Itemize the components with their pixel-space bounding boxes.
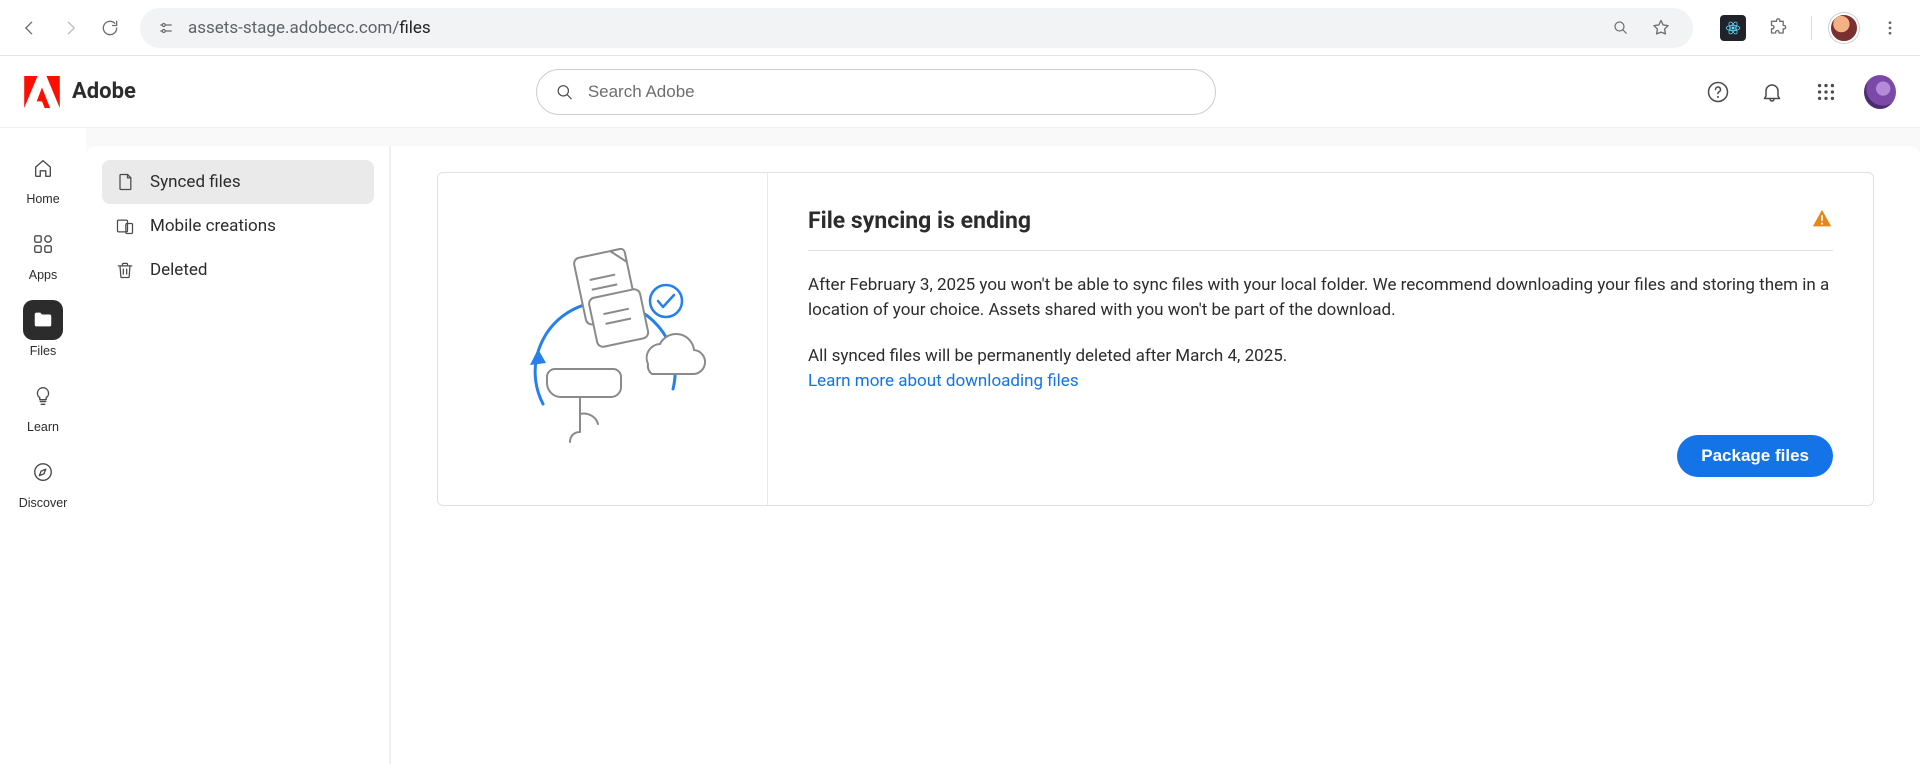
app-body: Home Apps Files Learn xyxy=(0,128,1920,764)
browser-back-button[interactable] xyxy=(10,8,50,48)
zoom-indicator-button[interactable] xyxy=(1605,12,1637,44)
account-button[interactable] xyxy=(1864,76,1896,108)
arrow-right-icon xyxy=(60,18,80,38)
rail-label: Apps xyxy=(29,268,58,282)
app-header: Adobe xyxy=(0,56,1920,128)
sidebar-item-label: Synced files xyxy=(150,172,241,192)
search-icon xyxy=(555,82,574,102)
sidebar-item-synced-files[interactable]: Synced files xyxy=(102,160,374,204)
react-devtools-extension-button[interactable] xyxy=(1713,8,1753,48)
app-switcher-button[interactable] xyxy=(1810,76,1842,108)
url-path: files xyxy=(399,18,430,38)
browser-toolbar: assets-stage.adobecc.com/files xyxy=(0,0,1920,56)
trash-icon xyxy=(114,259,136,281)
header-actions xyxy=(1702,76,1896,108)
notice-paragraph-1: After February 3, 2025 you won't be able… xyxy=(808,273,1833,322)
app-shell: Adobe xyxy=(0,56,1920,764)
compass-icon xyxy=(31,460,55,484)
sidebar-item-label: Deleted xyxy=(150,260,207,280)
devices-icon xyxy=(114,216,136,236)
sidebar-item-deleted[interactable]: Deleted xyxy=(102,248,374,292)
rail-item-apps[interactable]: Apps xyxy=(15,218,71,290)
nav-rail: Home Apps Files Learn xyxy=(0,128,86,764)
arrow-left-icon xyxy=(20,18,40,38)
account-avatar-icon xyxy=(1864,75,1896,109)
browser-actions xyxy=(1713,8,1910,48)
sidebar-item-label: Mobile creations xyxy=(150,216,276,236)
kebab-icon xyxy=(1881,19,1899,37)
url-host: assets-stage.adobecc.com/ xyxy=(188,18,399,38)
help-icon xyxy=(1706,80,1730,104)
learn-more-link[interactable]: Learn more about downloading files xyxy=(808,371,1833,391)
rail-label: Files xyxy=(30,344,56,358)
search-input[interactable] xyxy=(588,82,1197,102)
toolbar-separator xyxy=(1811,16,1812,40)
rail-item-home[interactable]: Home xyxy=(15,142,71,214)
rail-item-files[interactable]: Files xyxy=(15,294,71,366)
home-icon xyxy=(31,156,55,180)
warning-icon xyxy=(1811,208,1833,234)
brand-name: Adobe xyxy=(72,79,136,104)
react-icon xyxy=(1720,15,1746,41)
help-button[interactable] xyxy=(1702,76,1734,108)
extensions-button[interactable] xyxy=(1759,8,1799,48)
adobe-logo-icon xyxy=(24,76,60,108)
reload-icon xyxy=(100,18,120,38)
notice-paragraph-2: All synced files will be permanently del… xyxy=(808,344,1833,369)
notice-title: File syncing is ending xyxy=(808,207,1031,234)
bookmark-star-button[interactable] xyxy=(1645,12,1677,44)
rail-item-learn[interactable]: Learn xyxy=(15,370,71,442)
rail-item-discover[interactable]: Discover xyxy=(15,446,71,518)
browser-reload-button[interactable] xyxy=(90,8,130,48)
rail-label: Discover xyxy=(19,496,68,510)
address-bar[interactable]: assets-stage.adobecc.com/files xyxy=(140,8,1693,48)
sync-illustration-icon xyxy=(498,229,708,449)
apps-icon xyxy=(31,232,55,256)
puzzle-icon xyxy=(1769,18,1789,38)
rail-label: Learn xyxy=(27,420,59,434)
notice-illustration xyxy=(438,173,768,505)
files-sidebar: Synced files Mobile creations Deleted xyxy=(86,146,391,764)
notifications-button[interactable] xyxy=(1756,76,1788,108)
rail-label: Home xyxy=(26,192,59,206)
brand[interactable]: Adobe xyxy=(24,76,136,108)
bell-icon xyxy=(1760,80,1784,104)
lightbulb-icon xyxy=(31,384,55,408)
sync-ending-notice: File syncing is ending After February 3,… xyxy=(437,172,1874,506)
folder-icon xyxy=(31,308,55,332)
browser-forward-button[interactable] xyxy=(50,8,90,48)
address-url: assets-stage.adobecc.com/files xyxy=(188,18,431,38)
file-icon xyxy=(114,171,136,193)
package-files-button[interactable]: Package files xyxy=(1677,435,1833,477)
browser-profile-button[interactable] xyxy=(1824,8,1864,48)
waffle-icon xyxy=(1815,81,1837,103)
profile-avatar-icon xyxy=(1829,13,1859,43)
content-area: Synced files Mobile creations Deleted xyxy=(86,128,1920,764)
sidebar-item-mobile-creations[interactable]: Mobile creations xyxy=(102,204,374,248)
site-settings-icon[interactable] xyxy=(156,19,176,37)
star-icon xyxy=(1651,18,1671,38)
divider xyxy=(808,250,1833,251)
main-content: File syncing is ending After February 3,… xyxy=(391,146,1920,764)
notice-body: File syncing is ending After February 3,… xyxy=(768,173,1873,505)
browser-menu-button[interactable] xyxy=(1870,8,1910,48)
search-field[interactable] xyxy=(536,69,1216,115)
zoom-icon xyxy=(1612,19,1630,37)
